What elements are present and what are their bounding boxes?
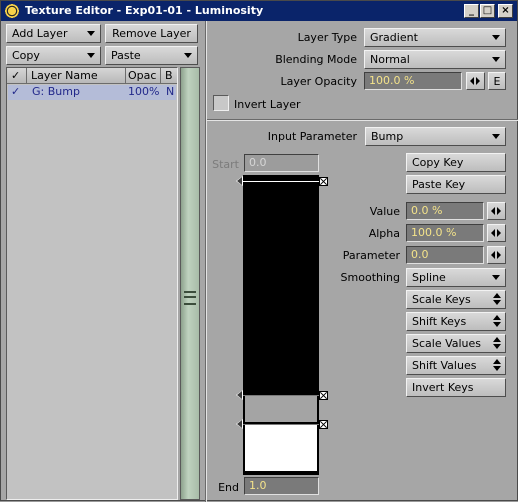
add-layer-label: Add Layer <box>12 27 68 40</box>
horizontal-divider <box>207 119 518 121</box>
alpha-field[interactable]: 100.0 % <box>406 224 484 242</box>
scale-keys-button[interactable]: Scale Keys <box>406 290 506 309</box>
add-layer-button[interactable]: Add Layer <box>6 24 101 43</box>
header-layer-name[interactable]: Layer Name <box>31 69 98 82</box>
layer-row[interactable]: ✓ G: Bump 100% N <box>8 85 176 100</box>
gradient-key-white <box>245 425 317 471</box>
parameter-label: Parameter <box>342 249 400 262</box>
header-check[interactable]: ✓ <box>11 69 20 82</box>
end-field[interactable]: 1.0 <box>244 477 319 495</box>
texture-editor-window: Texture Editor - Exp01-01 - Luminosity _… <box>0 0 518 502</box>
key-marker-icon[interactable] <box>236 419 243 429</box>
paste-button[interactable]: Paste <box>105 46 198 65</box>
start-field[interactable]: 0.0 <box>244 154 319 172</box>
window-title: Texture Editor - Exp01-01 - Luminosity <box>25 4 264 17</box>
layer-list-header: ✓ Layer Name Opac B <box>7 68 177 84</box>
layer-opacity-spinner[interactable] <box>466 72 485 90</box>
layer-type-label: Layer Type <box>297 31 357 44</box>
up-down-arrows-icon <box>493 359 501 372</box>
scale-values-button[interactable]: Scale Values <box>406 334 506 353</box>
shift-values-button[interactable]: Shift Values <box>406 356 506 375</box>
input-parameter-value: Bump <box>371 130 404 143</box>
shift-keys-label: Shift Keys <box>412 315 467 328</box>
maximize-button[interactable]: □ <box>480 4 495 18</box>
delete-key-icon[interactable] <box>319 391 328 400</box>
chevron-down-icon <box>492 57 500 62</box>
layer-blend: N <box>166 85 175 98</box>
delete-key-icon[interactable] <box>319 420 328 429</box>
key-line <box>237 181 321 182</box>
scale-keys-label: Scale Keys <box>412 293 471 306</box>
input-parameter-select[interactable]: Bump <box>365 127 506 146</box>
close-button[interactable]: × <box>498 4 513 18</box>
copy-key-button[interactable]: Copy Key <box>406 153 506 172</box>
minimize-button[interactable]: _ <box>464 4 479 18</box>
vertical-divider <box>205 21 207 502</box>
input-parameter-label: Input Parameter <box>267 130 357 143</box>
parameter-field[interactable]: 0.0 <box>406 246 484 264</box>
up-down-arrows-icon <box>493 337 501 350</box>
value-label: Value <box>369 205 400 218</box>
app-icon <box>4 3 20 19</box>
key-marker-icon[interactable] <box>236 176 243 186</box>
blending-mode-select[interactable]: Normal <box>364 50 506 69</box>
layer-type-value: Gradient <box>370 31 418 44</box>
end-label: End <box>218 481 239 494</box>
blending-mode-value: Normal <box>370 53 410 66</box>
start-label: Start <box>212 158 239 171</box>
smoothing-label: Smoothing <box>340 271 400 284</box>
key-marker-icon[interactable] <box>236 390 243 400</box>
alpha-spinner[interactable] <box>487 224 506 242</box>
chevron-down-icon <box>87 31 95 36</box>
grip-icon <box>184 291 196 305</box>
gradient-key-gray <box>245 395 317 422</box>
layer-opacity: 100% <box>128 85 160 98</box>
column-separator <box>26 68 27 83</box>
chevron-down-icon <box>184 53 192 58</box>
title-bar[interactable]: Texture Editor - Exp01-01 - Luminosity _… <box>1 1 517 21</box>
copy-label: Copy <box>12 49 40 62</box>
smoothing-value: Spline <box>412 271 446 284</box>
copy-button[interactable]: Copy <box>6 46 101 65</box>
up-down-arrows-icon <box>493 293 501 306</box>
key-line <box>237 395 321 396</box>
smoothing-select[interactable]: Spline <box>406 268 506 287</box>
up-down-arrows-icon <box>493 315 501 328</box>
envelope-button[interactable]: E <box>488 72 506 90</box>
chevron-down-icon <box>87 53 95 58</box>
remove-layer-button[interactable]: Remove Layer <box>105 24 198 43</box>
layer-list[interactable]: ✓ Layer Name Opac B ✓ G: Bump 100% N <box>6 67 178 500</box>
shift-values-label: Shift Values <box>412 359 477 372</box>
chevron-down-icon <box>492 275 500 280</box>
invert-keys-button[interactable]: Invert Keys <box>406 378 506 397</box>
layer-enabled-check[interactable]: ✓ <box>11 85 20 98</box>
value-field[interactable]: 0.0 % <box>406 202 484 220</box>
layer-opacity-field[interactable]: 100.0 % <box>364 72 462 90</box>
layer-type-select[interactable]: Gradient <box>364 28 506 47</box>
pane-splitter-handle[interactable] <box>180 67 200 500</box>
invert-layer-checkbox[interactable] <box>213 95 229 111</box>
value-spinner[interactable] <box>487 202 506 220</box>
delete-key-icon[interactable] <box>319 177 328 186</box>
column-separator <box>125 68 126 83</box>
chevron-down-icon <box>492 35 500 40</box>
parameter-spinner[interactable] <box>487 246 506 264</box>
alpha-label: Alpha <box>368 227 400 240</box>
paste-key-button[interactable]: Paste Key <box>406 175 506 194</box>
chevron-down-icon <box>492 134 500 139</box>
header-opacity[interactable]: Opac <box>128 69 156 82</box>
key-line <box>237 424 321 425</box>
shift-keys-button[interactable]: Shift Keys <box>406 312 506 331</box>
scale-values-label: Scale Values <box>412 337 482 350</box>
layer-name: G: Bump <box>32 85 80 98</box>
header-blend[interactable]: B <box>165 69 173 82</box>
column-separator <box>160 68 161 83</box>
blending-mode-label: Blending Mode <box>275 53 357 66</box>
paste-label: Paste <box>111 49 141 62</box>
invert-layer-label: Invert Layer <box>234 98 301 111</box>
layer-opacity-label: Layer Opacity <box>280 75 357 88</box>
